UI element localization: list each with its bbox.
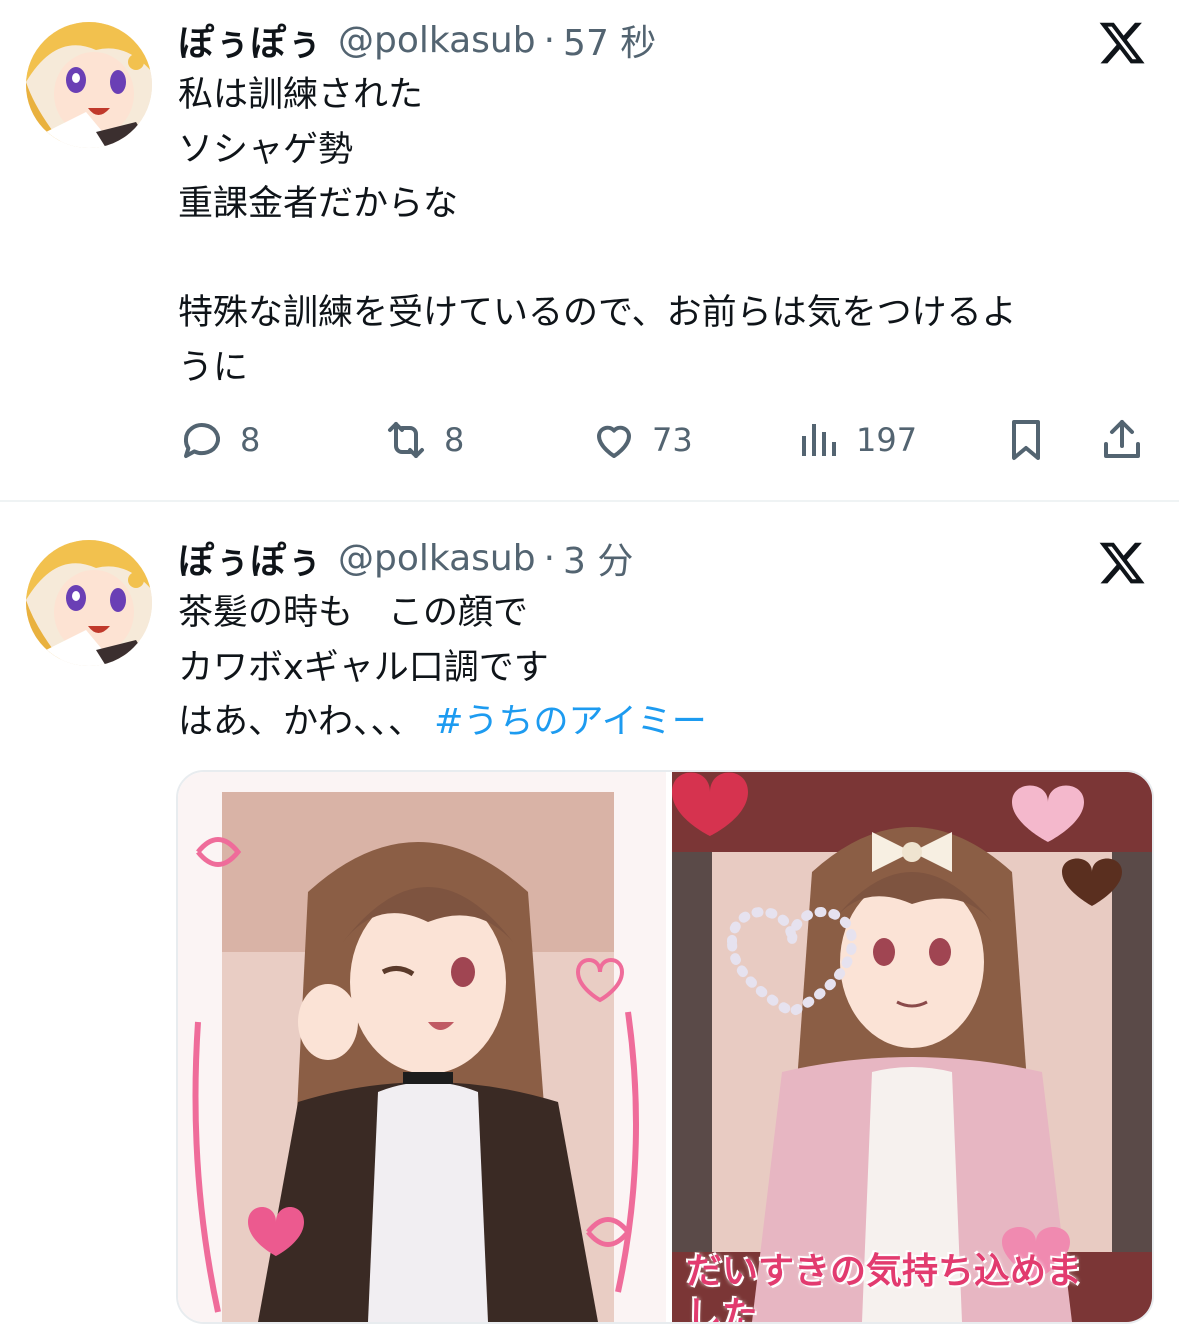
text-segment: はあ、かわ、、、 xyxy=(178,702,424,742)
handle[interactable]: @polkasub xyxy=(338,538,536,579)
tweet-header: ぽぅぽぅ @polkasub · 3 分 xyxy=(178,532,633,584)
reply-count: 8 xyxy=(240,421,261,459)
timestamp[interactable]: 3 分 xyxy=(563,532,633,584)
display-name[interactable]: ぽぅぽぅ xyxy=(178,14,322,66)
avatar[interactable] xyxy=(26,540,152,666)
text-line: 私は訓練された xyxy=(178,75,424,115)
retweet-button[interactable]: 8 xyxy=(382,412,464,468)
tweet[interactable]: ぽぅぽぅ @polkasub · 3 分 茶髪の時も この顔で カワボxギャル口… xyxy=(0,502,1179,1326)
share-icon xyxy=(1098,416,1146,464)
bookmark-icon xyxy=(1002,416,1050,464)
retweet-icon xyxy=(382,416,430,464)
media-image-left[interactable] xyxy=(178,772,666,1322)
x-logo-icon xyxy=(1097,538,1147,588)
hashtag-link[interactable]: #うちのアイミー xyxy=(434,702,707,742)
timestamp[interactable]: 57 秒 xyxy=(563,14,656,66)
text-line: 茶髪の時も この顔で xyxy=(178,593,529,633)
separator-dot: · xyxy=(543,537,556,579)
text-line: うに xyxy=(178,347,249,388)
action-bar: 8 8 73 197 xyxy=(178,412,1148,468)
image-caption: だいすきの気持ち込めました xyxy=(686,1251,1083,1322)
speech-bubble-icon xyxy=(178,416,226,464)
x-logo-icon xyxy=(1097,18,1147,68)
reply-button[interactable]: 8 xyxy=(178,412,260,468)
text-line xyxy=(178,232,1138,287)
text-line: 重課金者だからな xyxy=(178,184,459,224)
tweet-header: ぽぅぽぅ @polkasub · 57 秒 xyxy=(178,14,656,66)
avatar[interactable] xyxy=(26,22,152,148)
display-name[interactable]: ぽぅぽぅ xyxy=(178,532,322,584)
text-line: カワボxギャル口調です xyxy=(178,647,549,688)
like-button[interactable]: 73 xyxy=(590,412,693,468)
share-button[interactable] xyxy=(1098,412,1146,468)
text-line: ソシャゲ勢 xyxy=(178,129,354,170)
text-line-with-hashtag: はあ、かわ、、、 #うちのアイミー xyxy=(178,695,1138,750)
views-button[interactable]: 197 xyxy=(794,412,917,468)
views-count: 197 xyxy=(856,421,918,459)
bookmark-button[interactable] xyxy=(1002,412,1050,468)
tweet-text: 私は訓練された ソシャゲ勢 重課金者だからな 特殊な訓練を受けているので、お前ら… xyxy=(178,68,1138,395)
tweet-text: 茶髪の時も この顔で カワボxギャル口調です はあ、かわ、、、 #うちのアイミー xyxy=(178,586,1138,750)
heart-icon xyxy=(590,416,638,464)
like-count: 73 xyxy=(652,421,693,459)
retweet-count: 8 xyxy=(444,421,465,459)
handle[interactable]: @polkasub xyxy=(338,20,536,61)
tweet[interactable]: ぽぅぽぅ @polkasub · 57 秒 私は訓練された ソシャゲ勢 重課金者… xyxy=(0,0,1179,500)
bar-chart-icon xyxy=(794,416,842,464)
text-line: 特殊な訓練を受けているので、お前らは気をつけるよ xyxy=(178,293,1017,333)
media-image-right[interactable]: だいすきの気持ち込めました xyxy=(672,772,1152,1322)
separator-dot: · xyxy=(543,19,556,61)
media-grid: だいすきの気持ち込めました xyxy=(176,770,1154,1324)
